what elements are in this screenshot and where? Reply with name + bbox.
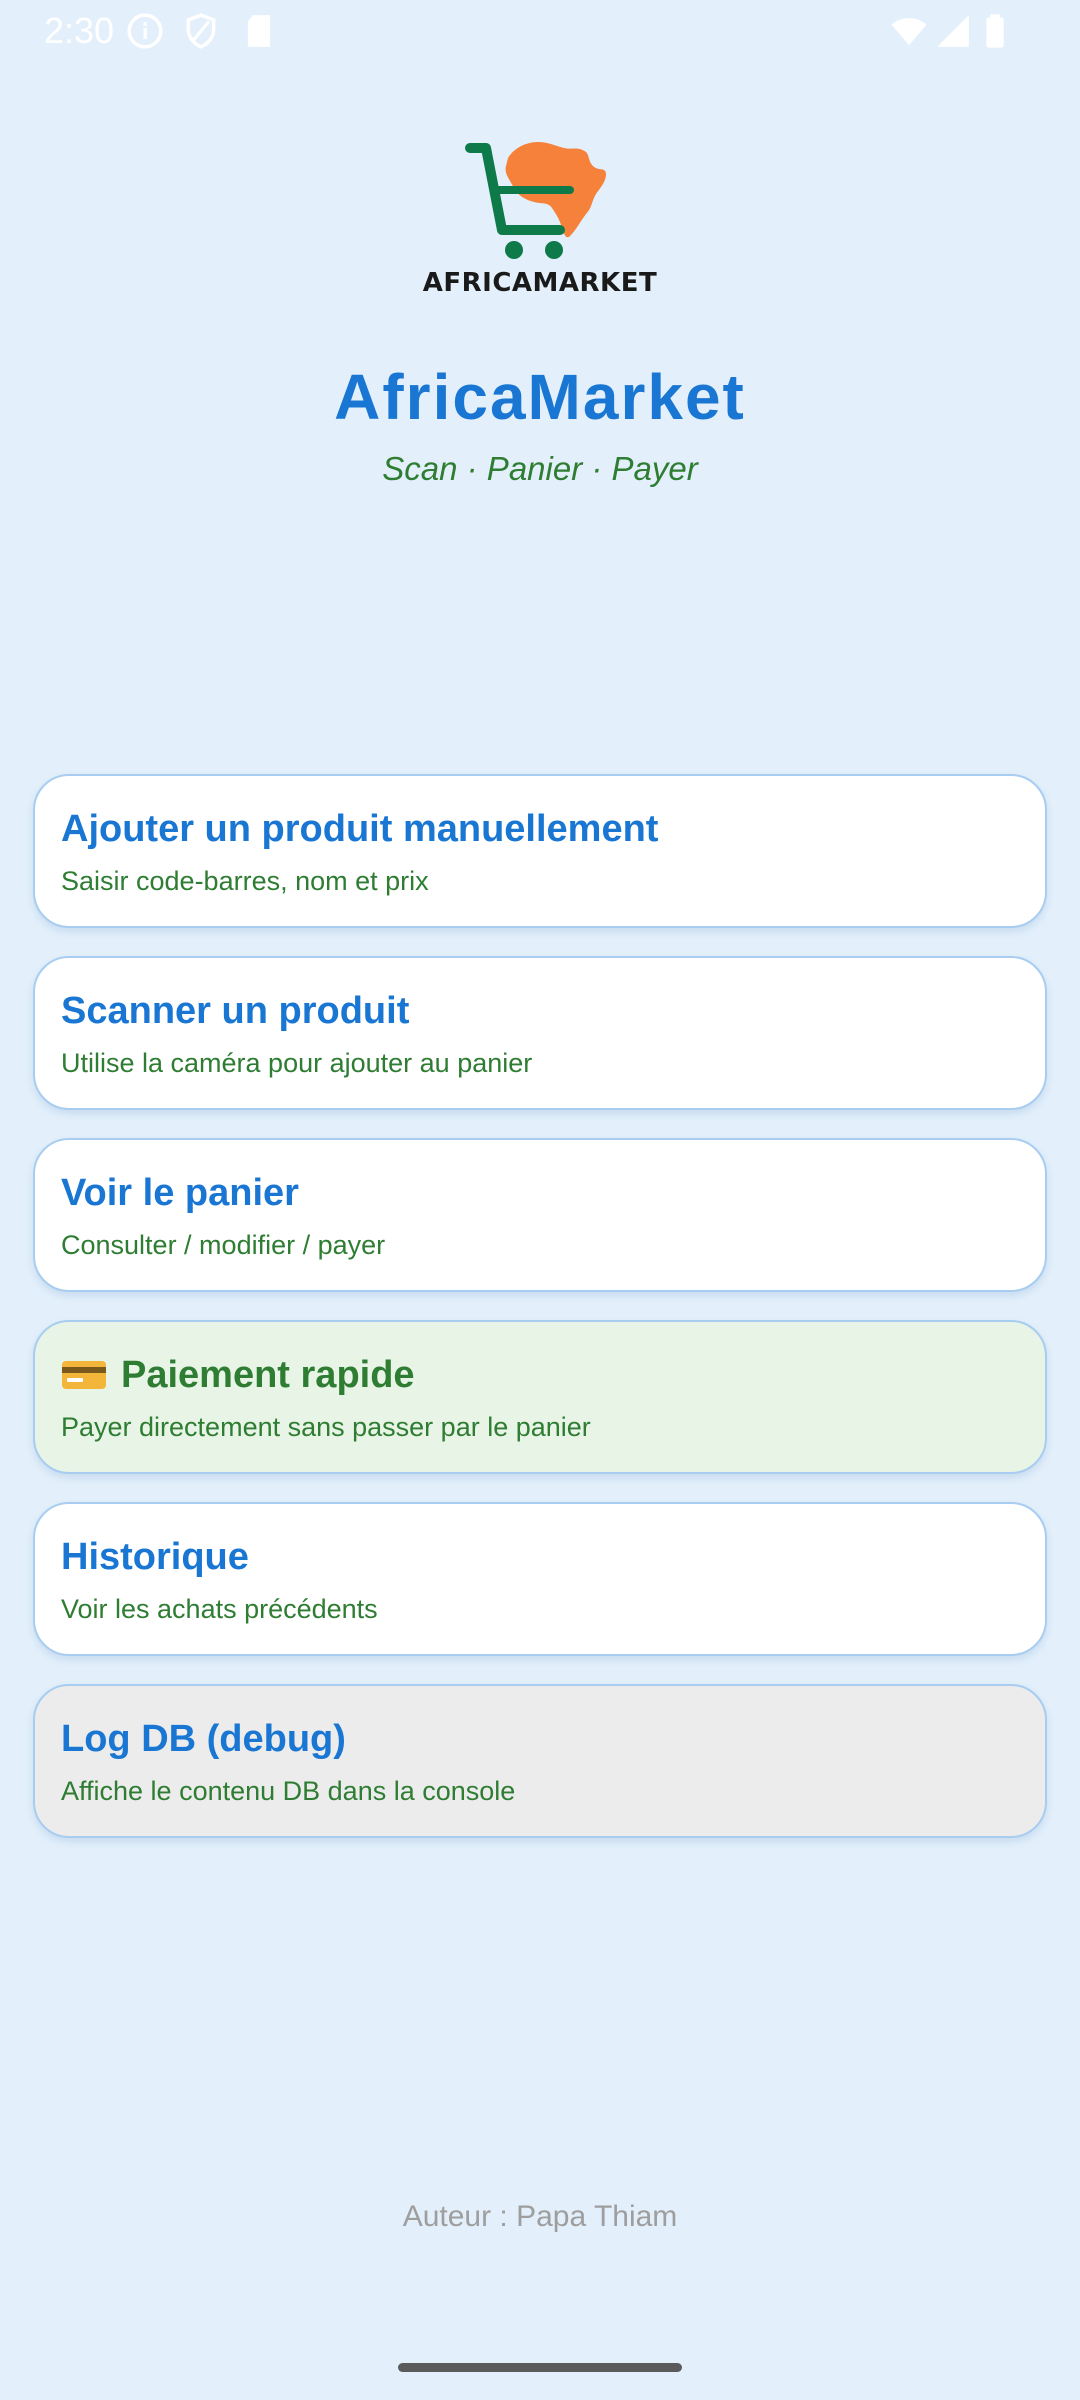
history-button[interactable]: Historique Voir les achats précédents bbox=[33, 1502, 1047, 1656]
status-time: 2:30 bbox=[44, 10, 115, 51]
shield-icon bbox=[186, 13, 216, 49]
scan-product-button[interactable]: Scanner un produit Utilise la caméra pou… bbox=[33, 956, 1047, 1110]
card-title: Ajouter un produit manuellement bbox=[61, 808, 659, 850]
battery-icon bbox=[986, 14, 1004, 48]
card-subtitle: Affiche le contenu DB dans la console bbox=[61, 1776, 516, 1806]
quick-payment-button[interactable]: Paiement rapide Payer directement sans p… bbox=[33, 1320, 1047, 1474]
author-credit: Auteur : Papa Thiam bbox=[402, 2200, 678, 2233]
credit-card-icon bbox=[62, 1361, 106, 1389]
log-db-debug-button[interactable]: Log DB (debug) Affiche le contenu DB dan… bbox=[33, 1684, 1047, 1838]
card-subtitle: Utilise la caméra pour ajouter au panier bbox=[61, 1048, 533, 1078]
card-title-row: Paiement rapide bbox=[61, 1350, 1045, 1400]
card-title: Historique bbox=[61, 1536, 249, 1578]
card-title: Paiement rapide bbox=[121, 1354, 415, 1396]
card-subtitle: Payer directement sans passer par le pan… bbox=[61, 1412, 591, 1442]
app-subtitle: Scan · Panier · Payer bbox=[382, 450, 698, 487]
sd-card-icon bbox=[247, 15, 271, 47]
home-indicator[interactable] bbox=[398, 2363, 682, 2372]
logo-text: AFRICAMARKET bbox=[422, 268, 658, 298]
card-subtitle: Consulter / modifier / payer bbox=[61, 1230, 386, 1260]
signal-icon bbox=[937, 15, 969, 47]
main-menu: Ajouter un produit manuellement Saisir c… bbox=[33, 774, 1047, 1866]
card-subtitle: Saisir code-barres, nom et prix bbox=[61, 866, 429, 896]
card-subtitle: Voir les achats précédents bbox=[61, 1594, 378, 1624]
info-icon bbox=[127, 13, 163, 49]
view-cart-button[interactable]: Voir le panier Consulter / modifier / pa… bbox=[33, 1138, 1047, 1292]
card-title: Voir le panier bbox=[61, 1172, 299, 1214]
wifi-icon bbox=[891, 18, 927, 46]
card-title: Log DB (debug) bbox=[61, 1718, 346, 1760]
card-title: Scanner un produit bbox=[61, 990, 410, 1032]
status-bar: 2:30 bbox=[0, 0, 1080, 62]
app-title: AfricaMarket bbox=[334, 361, 746, 433]
add-product-manually-button[interactable]: Ajouter un produit manuellement Saisir c… bbox=[33, 774, 1047, 928]
